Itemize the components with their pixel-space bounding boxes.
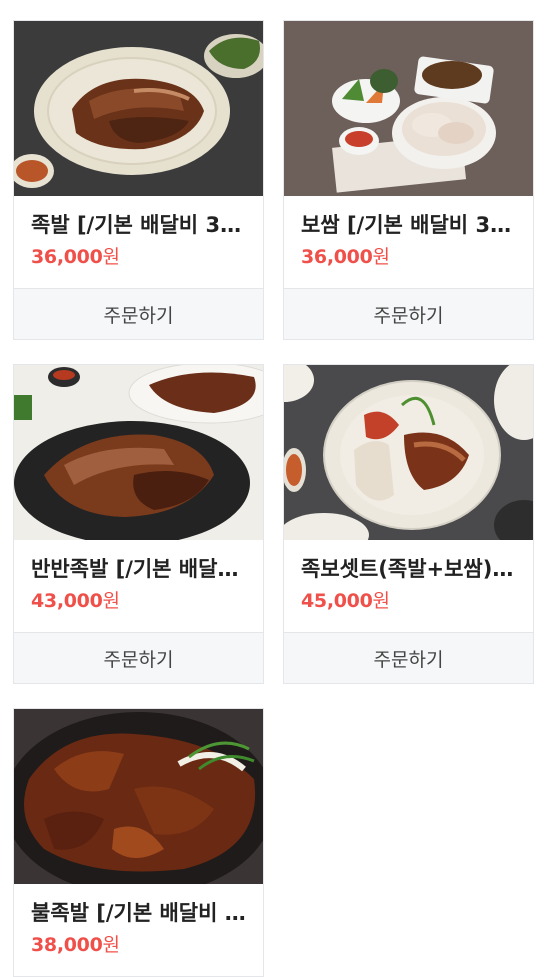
product-image-jokbo-set[interactable]	[284, 365, 533, 540]
product-card[interactable]: 보쌈 [/기본 배달비 3,000원 36,000원 주문하기	[283, 20, 534, 340]
product-name: 족보셋트(족발+보쌈) [/기본 배달비	[301, 557, 519, 581]
product-image-bossam[interactable]	[284, 21, 533, 196]
order-button[interactable]: 주문하기	[14, 632, 263, 683]
product-info: 족발 [/기본 배달비 3,000원 36,000원	[14, 196, 263, 288]
product-price: 36,000원	[31, 246, 120, 268]
product-image-jokbal[interactable]	[14, 21, 263, 196]
product-card[interactable]: 족보셋트(족발+보쌈) [/기본 배달비 45,000원 주문하기	[283, 364, 534, 684]
product-name: 반반족발 [/기본 배달비 3,000원	[31, 557, 249, 581]
product-image-banban-jokbal[interactable]	[14, 365, 263, 540]
order-button[interactable]: 주문하기	[284, 632, 533, 683]
order-button[interactable]: 주문하기	[284, 288, 533, 339]
product-card[interactable]: 족발 [/기본 배달비 3,000원 36,000원 주문하기	[13, 20, 264, 340]
product-info: 보쌈 [/기본 배달비 3,000원 36,000원	[284, 196, 533, 288]
product-price: 43,000원	[31, 590, 120, 612]
product-info: 족보셋트(족발+보쌈) [/기본 배달비 45,000원	[284, 540, 533, 632]
product-image-bul-jokbal[interactable]	[14, 709, 263, 884]
product-price: 36,000원	[301, 246, 390, 268]
product-card[interactable]: 반반족발 [/기본 배달비 3,000원 43,000원 주문하기	[13, 364, 264, 684]
product-info: 불족발 [/기본 배달비 3,000원 38,000원	[14, 884, 263, 976]
product-card[interactable]: 불족발 [/기본 배달비 3,000원 38,000원	[13, 708, 264, 977]
product-name: 불족발 [/기본 배달비 3,000원	[31, 901, 249, 925]
product-name: 족발 [/기본 배달비 3,000원	[31, 213, 249, 237]
order-button[interactable]: 주문하기	[14, 288, 263, 339]
product-name: 보쌈 [/기본 배달비 3,000원	[301, 213, 519, 237]
product-price: 38,000원	[31, 934, 120, 956]
product-info: 반반족발 [/기본 배달비 3,000원 43,000원	[14, 540, 263, 632]
product-price: 45,000원	[301, 590, 390, 612]
